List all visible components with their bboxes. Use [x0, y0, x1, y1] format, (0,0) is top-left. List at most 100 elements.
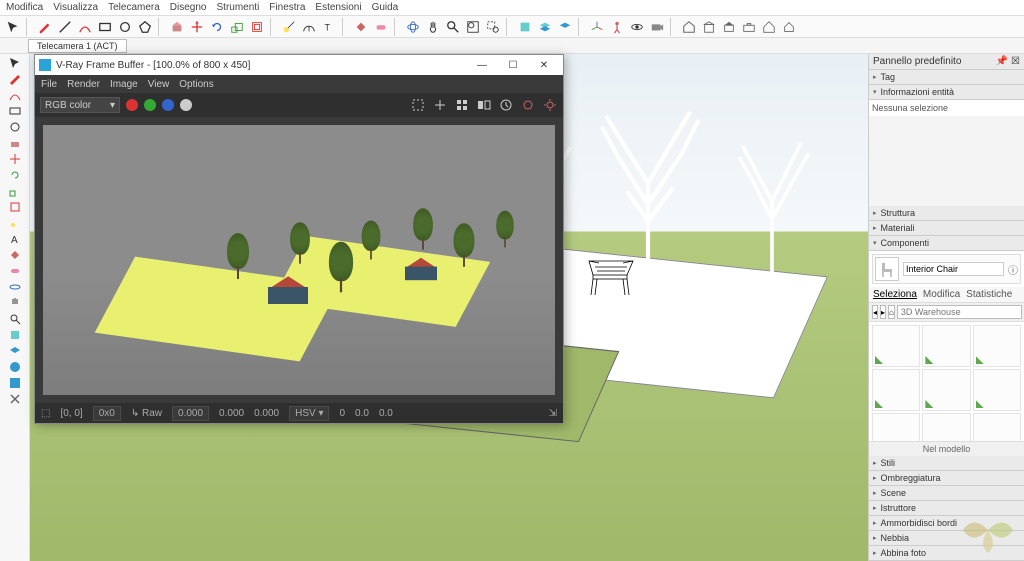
nav-fwd-icon[interactable]: ▸	[880, 305, 886, 319]
tab-seleziona[interactable]: Seleziona	[873, 289, 917, 300]
warehouse-icon[interactable]	[680, 18, 698, 36]
scale-icon[interactable]	[228, 18, 246, 36]
line-icon[interactable]	[56, 18, 74, 36]
vfb-lens-icon[interactable]	[520, 97, 536, 113]
vfb-menu-options[interactable]: Options	[179, 79, 213, 90]
look-icon[interactable]	[628, 18, 646, 36]
vfb-plus-icon[interactable]	[432, 97, 448, 113]
scene-tab-active[interactable]: Telecamera 1 (ACT)	[28, 39, 127, 53]
lt-orbit-icon[interactable]	[8, 280, 22, 294]
pencil-icon[interactable]	[36, 18, 54, 36]
tab-modifica[interactable]: Modifica	[923, 289, 960, 300]
vfb-menu-view[interactable]: View	[148, 79, 170, 90]
component-item[interactable]	[973, 413, 1021, 441]
protractor-icon[interactable]	[300, 18, 318, 36]
default-tray-header[interactable]: Pannello predefinito📌 ☒	[869, 54, 1024, 70]
vfb-green-channel-icon[interactable]	[144, 99, 156, 111]
lt-layers-icon[interactable]	[8, 344, 22, 358]
vray-frame-buffer-window[interactable]: V-Ray Frame Buffer - [100.0% of 800 x 45…	[34, 54, 564, 424]
vfb-expand-icon[interactable]: ⇲	[549, 408, 557, 419]
component-name-field[interactable]	[903, 262, 1004, 276]
main-menubar[interactable]: Modifica Visualizza Telecamera Disegno S…	[0, 0, 1024, 16]
arc-icon[interactable]	[76, 18, 94, 36]
lt-vray1-icon[interactable]	[8, 360, 22, 374]
materiali-header[interactable]: Materiali	[869, 221, 1024, 236]
menu-disegno[interactable]: Disegno	[170, 2, 207, 13]
component-item[interactable]	[872, 369, 920, 411]
menu-visualizza[interactable]: Visualizza	[53, 2, 98, 13]
component-item[interactable]	[922, 369, 970, 411]
minimize-button[interactable]: —	[467, 56, 497, 74]
eraser-icon[interactable]	[372, 18, 390, 36]
stili-header[interactable]: Stili	[869, 456, 1024, 471]
component-item[interactable]	[922, 413, 970, 441]
lt-text-icon[interactable]: A	[8, 232, 22, 246]
vfb-history-icon[interactable]	[498, 97, 514, 113]
component-item[interactable]	[973, 325, 1021, 367]
component-source-label[interactable]: Nel modello	[869, 441, 1024, 456]
section-icon[interactable]	[516, 18, 534, 36]
vfb-mono-channel-icon[interactable]	[180, 99, 192, 111]
vfb-render-area[interactable]	[43, 125, 555, 395]
layers-icon[interactable]	[536, 18, 554, 36]
vfb-red-channel-icon[interactable]	[126, 99, 138, 111]
polygon-icon[interactable]	[136, 18, 154, 36]
lt-zoom-icon[interactable]	[8, 312, 22, 326]
settings-house-icon[interactable]	[760, 18, 778, 36]
menu-finestra[interactable]: Finestra	[269, 2, 305, 13]
camera-icon[interactable]	[648, 18, 666, 36]
component-item[interactable]	[872, 325, 920, 367]
tag-panel-header[interactable]: Tag	[869, 70, 1024, 85]
vfb-settings-icon[interactable]	[542, 97, 558, 113]
lt-pushpull-icon[interactable]	[8, 136, 22, 150]
vfb-region-icon[interactable]	[410, 97, 426, 113]
paint-icon[interactable]	[352, 18, 370, 36]
orbit-icon[interactable]	[404, 18, 422, 36]
vfb-blue-channel-icon[interactable]	[162, 99, 174, 111]
component-item[interactable]	[973, 369, 1021, 411]
pan-icon[interactable]	[424, 18, 442, 36]
struttura-header[interactable]: Struttura	[869, 206, 1024, 221]
house2-icon[interactable]	[780, 18, 798, 36]
text-icon[interactable]: T	[320, 18, 338, 36]
vfb-compare-icon[interactable]	[476, 97, 492, 113]
component-info-icon[interactable]: ⓘ	[1008, 262, 1018, 277]
component-grid[interactable]	[869, 322, 1024, 441]
vfb-menu-file[interactable]: File	[41, 79, 57, 90]
lt-move-icon[interactable]	[8, 152, 22, 166]
lt-arc-icon[interactable]	[8, 88, 22, 102]
vfb-titlebar[interactable]: V-Ray Frame Buffer - [100.0% of 800 x 45…	[35, 55, 563, 75]
ombreggiatura-header[interactable]: Ombreggiatura	[869, 471, 1024, 486]
layers2-icon[interactable]	[556, 18, 574, 36]
walk-icon[interactable]	[608, 18, 626, 36]
rotate-icon[interactable]	[208, 18, 226, 36]
tape-icon[interactable]	[280, 18, 298, 36]
menu-modifica[interactable]: Modifica	[6, 2, 43, 13]
lt-section-icon[interactable]	[8, 328, 22, 342]
zoom-icon[interactable]	[444, 18, 462, 36]
tab-statistiche[interactable]: Statistiche	[966, 289, 1012, 300]
rectangle-icon[interactable]	[96, 18, 114, 36]
vfb-channel-dropdown[interactable]: RGB color▾	[40, 97, 120, 113]
component-item[interactable]	[922, 325, 970, 367]
menu-telecamera[interactable]: Telecamera	[108, 2, 160, 13]
menu-strumenti[interactable]: Strumenti	[217, 2, 260, 13]
vfb-grid-icon[interactable]	[454, 97, 470, 113]
componenti-header[interactable]: Componenti	[869, 236, 1024, 251]
lt-offset-icon[interactable]	[8, 200, 22, 214]
select-tool-icon[interactable]	[4, 18, 22, 36]
lt-draw-icon[interactable]	[8, 72, 22, 86]
maximize-button[interactable]: ☐	[498, 56, 528, 74]
menu-guida[interactable]: Guida	[372, 2, 399, 13]
lt-rotate-icon[interactable]	[8, 168, 22, 182]
vfb-menu-render[interactable]: Render	[67, 79, 100, 90]
nav-back-icon[interactable]: ◂	[872, 305, 878, 319]
lt-paint-icon[interactable]	[8, 248, 22, 262]
lt-pan-icon[interactable]	[8, 296, 22, 310]
lt-vray2-icon[interactable]	[8, 376, 22, 390]
vfb-menubar[interactable]: File Render Image View Options	[35, 75, 563, 93]
extension-warehouse-icon[interactable]	[720, 18, 738, 36]
lt-circle-icon[interactable]	[8, 120, 22, 134]
scene-header[interactable]: Scene	[869, 486, 1024, 501]
lt-scale-icon[interactable]	[8, 184, 22, 198]
